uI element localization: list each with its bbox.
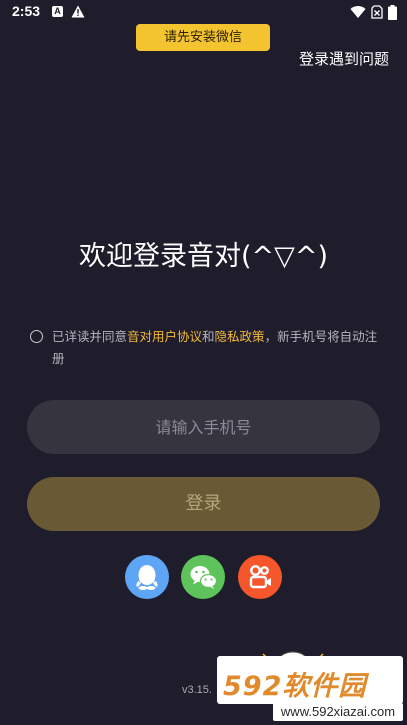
watermark-brand: 592软件园 (217, 656, 403, 704)
warning-icon (71, 5, 85, 18)
login-button[interactable]: 登录 (27, 477, 380, 531)
qq-login-button[interactable] (125, 555, 169, 599)
kuaishou-login-button[interactable] (238, 555, 282, 599)
phone-input[interactable] (27, 400, 380, 454)
welcome-title: 欢迎登录音对(^▽^) (78, 241, 329, 272)
wifi-icon (350, 6, 366, 19)
version-text: v3.15. (182, 684, 212, 696)
agreement-checkbox[interactable] (30, 330, 43, 343)
privacy-policy-link[interactable]: 隐私政策 (215, 329, 265, 344)
agreement-prefix: 已详读并同意 (52, 329, 128, 344)
notification-a-icon: A (52, 6, 63, 17)
status-bar: 2:53 A (0, 0, 407, 26)
no-sim-icon (371, 5, 383, 19)
watermark-brand-text: 592软件园 (223, 671, 367, 702)
qq-icon (136, 565, 158, 590)
wechat-icon (190, 566, 218, 590)
install-wechat-banner[interactable]: 请先安装微信 (136, 24, 270, 51)
watermark: 592软件园 www.592xiazai.com (217, 650, 404, 722)
agreement-connector: 和 (202, 329, 215, 344)
status-time: 2:53 (12, 3, 41, 19)
status-icons (350, 4, 397, 20)
wechat-login-button[interactable] (181, 555, 225, 599)
kuaishou-icon (249, 565, 271, 589)
user-agreement-link[interactable]: 音对用户协议 (127, 329, 202, 344)
agreement-text: 已详读并同意音对用户协议和隐私政策，新手机号将自动注册 (52, 326, 378, 370)
login-help-link[interactable]: 登录遇到问题 (299, 48, 389, 69)
battery-icon (388, 4, 397, 20)
watermark-url: www.592xiazai.com (273, 703, 403, 721)
